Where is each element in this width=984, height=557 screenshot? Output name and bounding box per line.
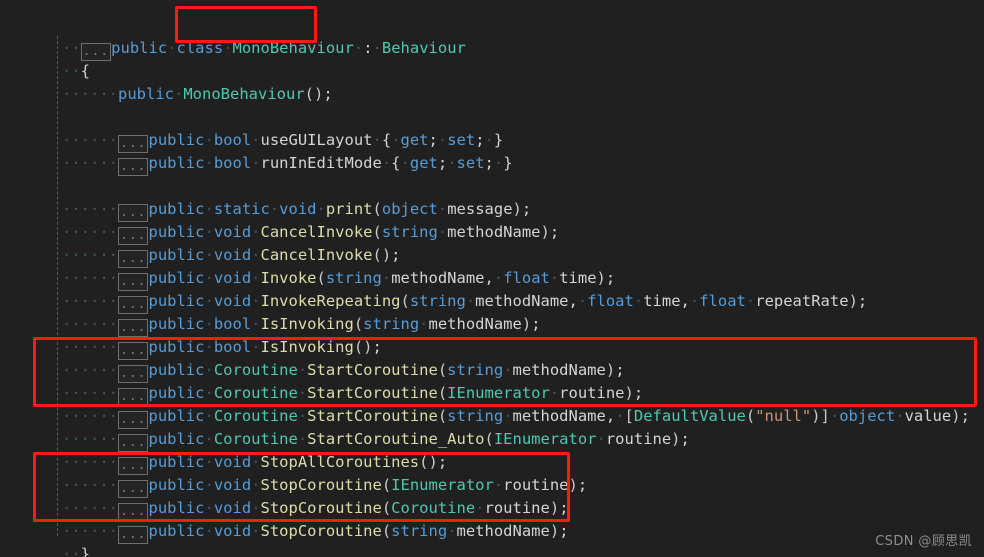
code-line[interactable]: ······... public·void·StopCoroutine(IEnum… <box>6 451 587 498</box>
code-line[interactable]: ······... public·void·StopCoroutine(Corou… <box>6 474 569 521</box>
code-line[interactable]: ······... public·void·CancelInvoke(string… <box>6 198 559 245</box>
code-line[interactable]: ······... public·Coroutine·StartCoroutine… <box>6 359 643 406</box>
code-line[interactable]: ······... public·Coroutine·StartCoroutine… <box>6 336 625 383</box>
collapse-marker-icon[interactable]: ... <box>118 158 149 176</box>
code-viewer-screenshot: ··... public·class·MonoBehaviour·:·Behavi… <box>0 0 984 557</box>
code-line[interactable]: ······... public·bool·IsInvoking(); <box>6 313 382 360</box>
code-line[interactable]: ······... public·void·StopCoroutine(strin… <box>6 497 569 544</box>
code-line[interactable]: ······... public·void·StopAllCoroutines()… <box>6 428 447 475</box>
code-line[interactable]: ······... public·bool·runInEditMode·{·get… <box>6 129 513 176</box>
code-line[interactable]: ······... public·bool·useGUILayout·{·get;… <box>6 106 503 153</box>
code-line[interactable]: ··... public·class·MonoBehaviour·:·Behavi… <box>6 14 466 61</box>
code-line[interactable]: ······... public·bool·IsInvoking(string·m… <box>6 290 541 337</box>
code-line[interactable]: ··{ <box>6 37 90 80</box>
code-line[interactable]: ······public·MonoBehaviour(); <box>6 60 333 103</box>
code-area[interactable]: ··... public·class·MonoBehaviour·:·Behavi… <box>0 0 984 557</box>
code-line[interactable]: ······... public·Coroutine·StartCoroutine… <box>6 382 970 429</box>
code-line[interactable]: ······... public·Coroutine·StartCoroutine… <box>6 405 690 452</box>
code-line[interactable]: ······... public·void·CancelInvoke(); <box>6 221 401 268</box>
default-value-literal: "null" <box>755 407 812 425</box>
code-line[interactable]: ······... public·void·InvokeRepeating(str… <box>6 267 867 314</box>
csdn-watermark: CSDN @顾思凯 <box>875 534 972 549</box>
collapse-marker-icon[interactable]: ... <box>118 526 149 544</box>
code-line[interactable]: ··} <box>6 520 90 557</box>
class-name: MonoBehaviour <box>232 39 354 57</box>
code-line[interactable]: ······... public·void·Invoke(string·metho… <box>6 244 615 291</box>
base-class-name: Behaviour <box>381 39 466 57</box>
code-line[interactable]: ······... public·static·void·print(object… <box>6 175 531 222</box>
